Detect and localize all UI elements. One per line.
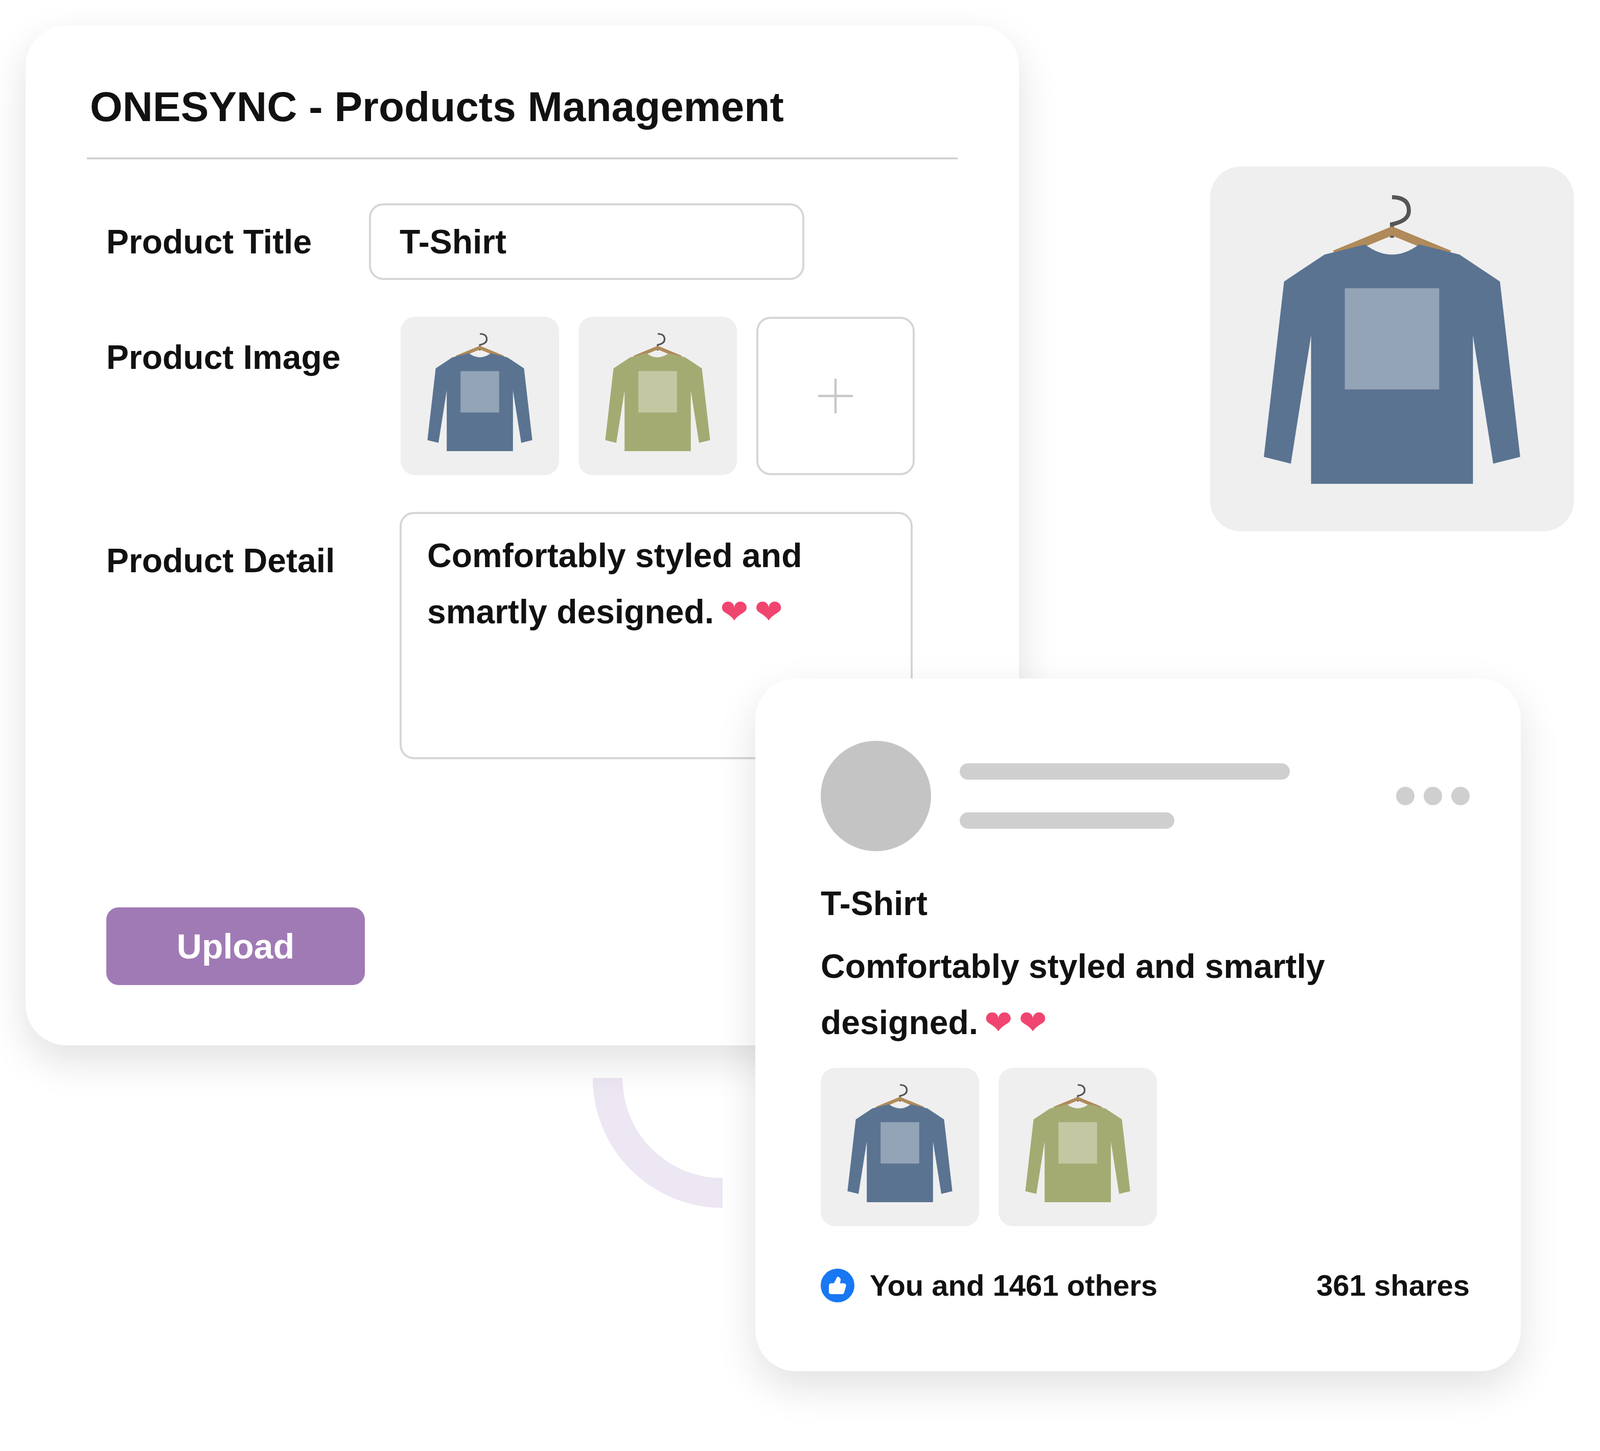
sweatshirt-image xyxy=(588,327,727,466)
title-row: Product TitleT-Shirt xyxy=(106,203,958,281)
product-thumbnail[interactable] xyxy=(400,316,560,476)
upload-button[interactable]: Upload xyxy=(106,907,365,986)
decor-arc xyxy=(590,1076,725,1212)
post-stats: You and 1461 others 361 shares xyxy=(820,1263,1470,1308)
post-thumbnail[interactable] xyxy=(820,1068,980,1227)
like-icon[interactable] xyxy=(820,1268,855,1303)
add-image-button[interactable] xyxy=(756,316,915,476)
avatar xyxy=(820,740,932,852)
placeholder-line xyxy=(959,812,1175,829)
page: ONESYNC - Products Management Product Tit… xyxy=(0,0,1600,1451)
likes-count: You and 1461 others xyxy=(869,1263,1158,1308)
sweatshirt-image xyxy=(830,1078,969,1217)
placeholder-line xyxy=(959,763,1290,780)
post-header xyxy=(820,740,1470,852)
more-icon[interactable] xyxy=(1396,786,1470,806)
plus-icon xyxy=(807,367,864,425)
sweatshirt-image xyxy=(1223,180,1561,518)
image-row: Product Image xyxy=(106,316,958,476)
title-input[interactable]: T-Shirt xyxy=(368,203,805,281)
product-thumbnail[interactable] xyxy=(578,316,737,476)
sweatshirt-image xyxy=(1008,1078,1147,1217)
field-label: Product Image xyxy=(106,316,401,383)
field-label: Product Detail xyxy=(106,512,400,587)
preview-image xyxy=(1210,166,1574,532)
shares-count: 361 shares xyxy=(1316,1263,1470,1308)
heart-icon: ❤ xyxy=(984,1003,1013,1043)
heart-icon: ❤ xyxy=(754,592,783,632)
field-label: Product Title xyxy=(106,216,369,268)
social-post-card: T-Shirt Comfortably styled and smartly de… xyxy=(755,678,1521,1372)
heart-icon: ❤ xyxy=(1018,1003,1047,1043)
post-text: Comfortably styled and smartly designed.… xyxy=(820,938,1470,1052)
heart-icon: ❤ xyxy=(720,592,749,632)
divider xyxy=(86,157,958,160)
editor-title: ONESYNC - Products Management xyxy=(89,81,958,132)
post-title: T-Shirt xyxy=(820,880,1470,926)
sweatshirt-image xyxy=(410,327,549,466)
post-thumbnail[interactable] xyxy=(998,1068,1157,1227)
